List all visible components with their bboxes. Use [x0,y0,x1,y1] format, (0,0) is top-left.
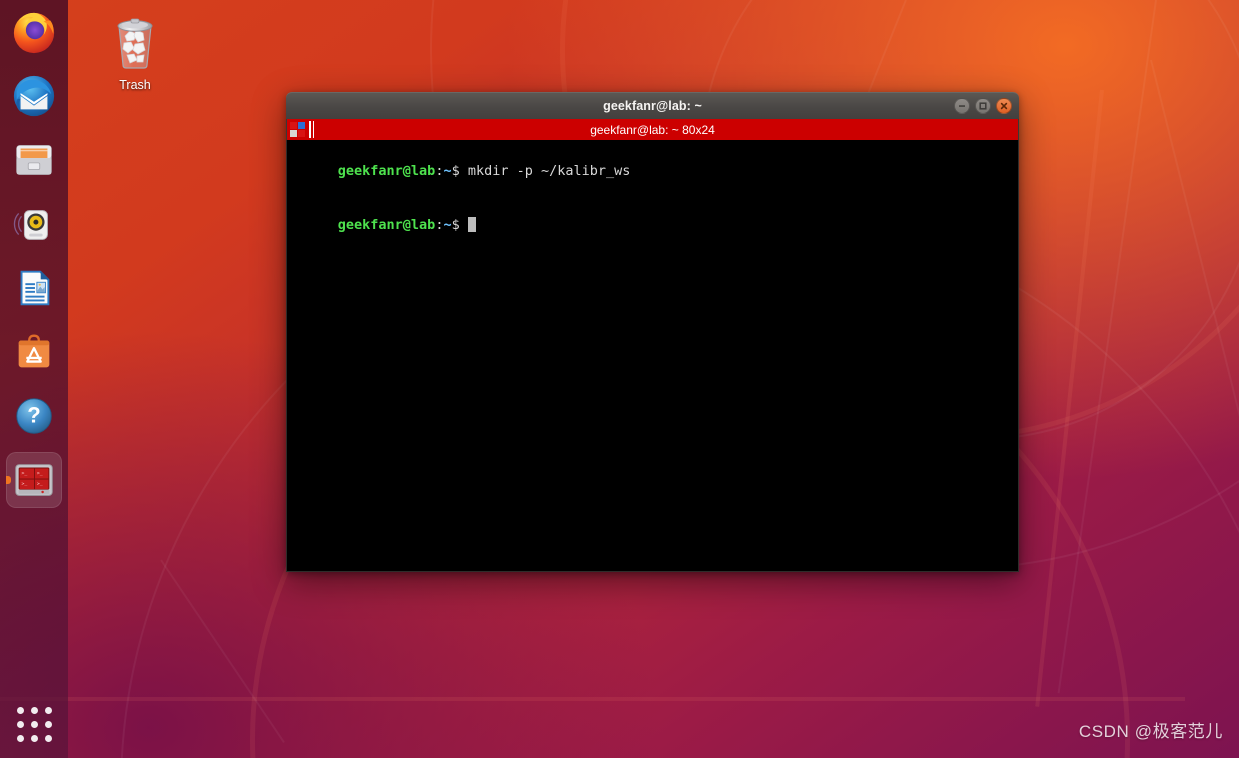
launcher-item-firefox[interactable] [6,4,62,60]
prompt-sigil: $ [451,217,460,233]
svg-text:>_: >_ [37,471,43,476]
prompt-sigil: $ [451,163,460,179]
window-controls [954,98,1012,114]
launcher-dock: ? >_ >_ >_ >_ [0,0,68,758]
svg-text:>_: >_ [22,471,28,476]
terminal-icon: >_ >_ >_ >_ [15,464,53,496]
launcher-item-libreoffice-writer[interactable] [6,260,62,316]
watermark: CSDN @极客范儿 [1078,722,1223,741]
maximize-button[interactable] [975,98,991,114]
terminal-tab-icon [290,122,305,137]
launcher-item-ubuntu-software[interactable] [6,324,62,380]
help-icon: ? [16,398,52,434]
minimize-button[interactable] [954,98,970,114]
show-applications-button[interactable] [6,698,62,750]
terminal-cursor [467,217,476,232]
terminal-output-area[interactable]: geekfanr@lab:~$ mkdir -p ~/kalibr_ws gee… [286,140,1019,572]
svg-text:?: ? [27,403,40,428]
wallpaper-line [0,697,1185,701]
launcher-item-rhythmbox[interactable] [6,196,62,252]
tab-divider [309,121,311,138]
launcher-item-files[interactable] [6,132,62,188]
prompt-user-host: geekfanr@lab [337,217,436,233]
terminal-command: mkdir -p ~/kalibr_ws [459,163,631,179]
close-button[interactable] [996,98,1012,114]
terminal-line: geekfanr@lab:~$ mkdir -p ~/kalibr_ws [289,144,1018,198]
prompt-path: ~ [443,163,452,179]
launcher-item-help[interactable]: ? [6,388,62,444]
desktop-icon-trash[interactable]: Trash [101,12,169,92]
terminal-window[interactable]: geekfanr@lab: ~ geekfanr@lab: ~ 80x24 ge… [286,92,1019,572]
grid-icon [16,706,52,742]
svg-text:>_: >_ [22,482,28,487]
window-title: geekfanr@lab: ~ [603,99,702,113]
svg-text:>_: >_ [37,482,43,487]
terminal-tab-bar[interactable]: geekfanr@lab: ~ 80x24 [286,119,1019,140]
launcher-item-thunderbird[interactable] [6,68,62,124]
trash-icon [117,18,153,69]
files-icon [16,145,52,175]
terminal-tab-label: geekfanr@lab: ~ 80x24 [590,122,715,137]
prompt-path: ~ [443,217,452,233]
ubuntu-software-icon [18,334,50,368]
window-titlebar[interactable]: geekfanr@lab: ~ [286,92,1019,119]
firefox-icon [13,12,55,54]
tab-divider [313,121,314,138]
launcher-item-terminal[interactable]: >_ >_ >_ >_ [6,452,62,508]
libreoffice-writer-icon [20,270,50,306]
terminal-command [460,217,468,233]
terminal-line: geekfanr@lab:~$ [289,198,1018,252]
rhythmbox-icon [13,210,48,240]
prompt-user-host: geekfanr@lab [337,163,436,179]
thunderbird-icon [13,75,55,117]
desktop-icon-trash-label: Trash [119,78,151,92]
